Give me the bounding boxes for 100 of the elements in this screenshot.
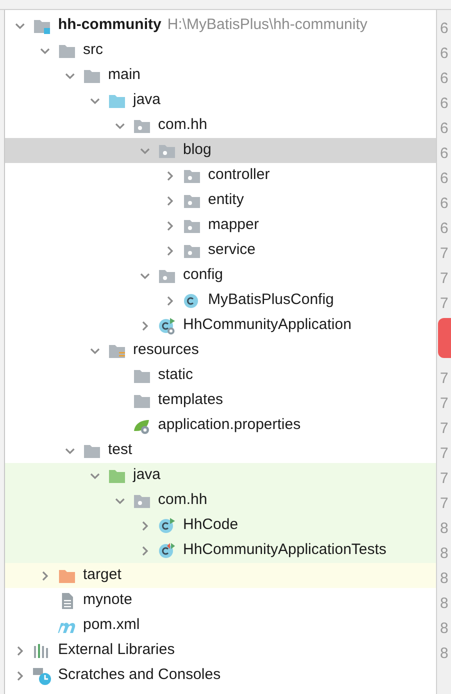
tree-row[interactable]: HhCommunityApplicationTests (5, 538, 436, 563)
tree-row[interactable]: com.hh (5, 488, 436, 513)
folder-icon (82, 442, 102, 458)
tree-row[interactable]: mynote (5, 588, 436, 613)
line-number: 7 (439, 269, 450, 289)
clock-icon (32, 666, 52, 686)
tree-row[interactable]: HhCommunityApplication (5, 313, 436, 338)
tree-row[interactable]: src (5, 38, 436, 63)
node-label: target (83, 565, 122, 586)
node-label: service (208, 240, 256, 260)
folder-icon (82, 68, 102, 84)
line-number: 6 (439, 219, 450, 239)
node-label: hh-community (58, 15, 162, 36)
node-label: test (108, 440, 132, 460)
class-icon (157, 316, 177, 334)
node-label: pom.xml (83, 615, 140, 636)
tree-row[interactable]: static (5, 363, 436, 388)
node-label: application.properties (158, 415, 301, 436)
tree-row[interactable]: main (5, 63, 436, 88)
line-number: 6 (439, 69, 450, 89)
line-number: 8 (439, 594, 450, 614)
source-folder-icon (107, 92, 127, 108)
line-number: 7 (439, 369, 450, 389)
node-label: templates (158, 390, 224, 410)
tree-row[interactable]: test (5, 438, 436, 463)
node-label: resources (133, 340, 199, 360)
tree-row[interactable]: entity (5, 188, 436, 213)
node-label: External Libraries (58, 640, 175, 660)
tree-row[interactable]: External Libraries (5, 638, 436, 663)
node-label: HhCommunityApplicationTests (183, 540, 386, 560)
line-number: 6 (439, 94, 450, 114)
line-number: 6 (439, 144, 450, 164)
path-label: H:\MyBatisPlus\hh-community (167, 15, 368, 36)
package-folder-icon (182, 192, 202, 208)
node-label: com.hh (158, 490, 208, 510)
node-label: main (108, 65, 141, 86)
node-label: static (158, 365, 194, 386)
line-number: 8 (439, 519, 450, 539)
package-folder-icon (157, 268, 177, 284)
resources-folder-icon (107, 342, 127, 358)
folder-icon (57, 42, 77, 58)
node-label: java (133, 90, 161, 110)
tree-row[interactable]: config (5, 263, 436, 288)
node-label: mynote (83, 590, 132, 610)
tree-row[interactable]: pom.xml (5, 613, 436, 638)
line-number: 7 (439, 244, 450, 264)
line-number: 7 (439, 294, 450, 314)
module-folder-icon (32, 18, 52, 34)
class-icon (157, 516, 177, 534)
tree-row[interactable]: java (5, 88, 436, 113)
package-folder-icon (182, 218, 202, 234)
node-label: com.hh (158, 115, 208, 136)
line-number: 6 (439, 44, 450, 64)
line-number: 7 (439, 394, 450, 414)
tree-row[interactable]: com.hh (5, 113, 436, 138)
tree-row[interactable]: templates (5, 388, 436, 413)
package-folder-icon (132, 492, 152, 508)
node-label: java (133, 465, 161, 486)
node-label: HhCode (183, 515, 238, 536)
folder-icon (132, 392, 152, 408)
package-folder-icon (182, 242, 202, 258)
tree-row[interactable]: MyBatisPlusConfig (5, 288, 436, 313)
node-label: HhCommunityApplication (183, 315, 352, 336)
tree-row[interactable]: mapper (5, 213, 436, 238)
line-number: 8 (439, 544, 450, 564)
line-number: 8 (439, 569, 450, 589)
line-number: 6 (439, 19, 450, 39)
node-label: blog (183, 140, 212, 160)
tree-row[interactable]: blog (5, 138, 436, 163)
line-number: 6 (439, 169, 450, 189)
line-number: 7 (439, 469, 450, 489)
package-folder-icon (182, 168, 202, 184)
line-number: 8 (439, 619, 450, 639)
package-folder-icon (132, 118, 152, 134)
node-label: mapper (208, 215, 259, 236)
node-label: src (83, 40, 103, 60)
node-label: MyBatisPlusConfig (208, 290, 334, 310)
class-icon (157, 542, 177, 560)
test-folder-icon (107, 468, 127, 484)
node-label: config (183, 265, 224, 286)
tree-row[interactable]: target (5, 563, 436, 588)
line-number: 8 (439, 644, 450, 664)
node-label: Scratches and Consoles (58, 665, 221, 686)
tree-row[interactable]: hh-community H:\MyBatisPlus\hh-community (5, 13, 436, 38)
node-label: entity (208, 190, 244, 210)
folder-icon (132, 368, 152, 384)
line-number: 7 (439, 444, 450, 464)
line-number: 6 (439, 119, 450, 139)
tree-row[interactable]: HhCode (5, 513, 436, 538)
tree-row[interactable]: service (5, 238, 436, 263)
tree-row[interactable]: controller (5, 163, 436, 188)
tree-row[interactable]: application.properties (5, 413, 436, 438)
tree-row[interactable]: resources (5, 338, 436, 363)
line-number: 6 (439, 194, 450, 214)
folder-icon (57, 568, 77, 584)
line-number: 7 (439, 419, 450, 439)
tree-row[interactable]: java (5, 463, 436, 488)
node-label: controller (208, 165, 270, 186)
package-folder-icon (157, 142, 177, 158)
tree-row[interactable]: Scratches and Consoles (5, 663, 436, 688)
